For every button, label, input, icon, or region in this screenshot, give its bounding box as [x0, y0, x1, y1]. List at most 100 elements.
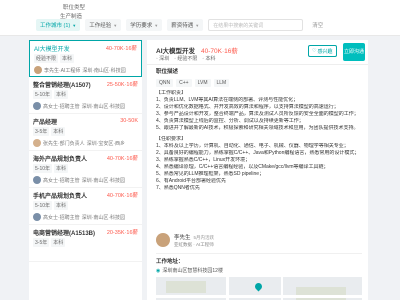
job-detail-title: AI大模型开发 40-70K·16薪	[156, 45, 238, 55]
search-input[interactable]: 在结果中搜索的关键词	[208, 19, 304, 31]
job-description: 职位描述 QNN C++ LVM LLM 【工作职责】 1、负责LLM、LVM等…	[156, 67, 362, 192]
jd-line: 7、熟悉QNN者优先	[156, 185, 200, 192]
address: ◉ 深圳南山区智慧科技园12楼	[156, 267, 223, 275]
category-tab-job-type[interactable]: 职位类型	[63, 3, 85, 11]
interested-button[interactable]: ♡ 感兴趣	[308, 45, 337, 57]
section-title: 职位描述	[156, 69, 179, 75]
job-salary: 30-50K	[120, 118, 138, 124]
recruiter-company: 亚虹数据 · AI工程师	[174, 241, 214, 247]
jd-line: 2、具备良好的编程能力，熟练掌握C/C++、Java和Python编程语言，熟悉…	[156, 149, 360, 156]
job-card[interactable]: AI大模型开发 40-70K·16薪 经验不限 本科 李先生·AI工程师 深圳·南山区…	[29, 40, 142, 77]
top-bar: 职位类型 生产制造 工作城市 (1) ▼ 工作经验 ▼ 学历要求 ▼ 薪资待遇 ▼ 在结…	[0, 0, 400, 36]
jd-line: 1、本科及以上学历，计算机、自动化、通信、电子、机械、仪器、物理学等相关专业；	[156, 142, 349, 149]
job-tag: 5-10年	[33, 90, 53, 99]
chevron-down-icon: ▼	[195, 22, 200, 28]
avatar	[33, 139, 41, 147]
filter-experience-label: 工作经验	[89, 23, 112, 29]
job-recruiter: 张先生·部门负责人	[43, 140, 85, 147]
job-recruiter: 高女士·招聘主管	[43, 103, 80, 110]
map-pin-icon	[253, 281, 264, 292]
job-location: 深圳·南山区·科技园	[81, 103, 126, 110]
jd-line: 【工作职责】	[156, 90, 187, 96]
job-list: AI大模型开发 40-70K·16薪 经验不限 本科 李先生·AI工程师 深圳·南山区…	[29, 40, 142, 300]
job-location: 深圳·南山区·科技园	[81, 177, 126, 184]
job-description-text: 【工作职责】 1、负责LLM、LVM等其AI算法在端侧的部署、评测与性能优化； …	[156, 90, 362, 192]
skill-tag: QNN	[156, 79, 174, 87]
job-tag: 本科	[51, 127, 66, 136]
job-tag: 本科	[54, 164, 69, 173]
filter-city-label: 工作城市 (1)	[40, 23, 71, 29]
job-card[interactable]: 产品经理 30-50K 3-5年 本科 张先生·部门负责人 深圳·宝安区·西乡	[29, 114, 142, 151]
chevron-down-icon: ▼	[72, 22, 77, 28]
jd-line: 3、熟练掌握熟悉C/C++，Linux开发环境；	[156, 156, 251, 163]
job-title: 产品经理	[33, 119, 58, 126]
job-tag: 3-5年	[33, 127, 50, 136]
job-tag: 本科	[54, 201, 69, 210]
job-detail-meta: 深圳 经验不限 本科	[156, 55, 215, 62]
avatar	[156, 233, 170, 247]
job-title: 电商营销经理(A1513B)	[33, 230, 96, 237]
location-pin-icon: ◉	[156, 267, 161, 274]
job-detail-title-text: AI大模型开发	[156, 48, 195, 55]
job-recruiter: 高女士·招聘主管	[43, 177, 80, 184]
recruiter-info: 李先生 5月内活跃 亚虹数据 · AI工程师	[174, 233, 214, 248]
skill-tag: LVM	[194, 79, 211, 87]
filter-experience[interactable]: 工作经验 ▼	[85, 19, 122, 31]
chevron-down-icon: ▼	[113, 22, 118, 28]
map-block	[296, 287, 346, 300]
job-detail-city: 深圳	[156, 55, 169, 62]
filter-salary[interactable]: 薪资待遇 ▼	[167, 19, 204, 31]
jd-line: 5、跟进并了解最新的AI技术，积极探索和研究相关领域技术和应用，为团队提供技术支…	[156, 125, 359, 132]
filter-education[interactable]: 学历要求 ▼	[126, 19, 163, 31]
jd-line: 3、参与产品设计和开发，整合终端产品，算法及测试人员所反馈的安全全面的模型的工作…	[156, 111, 359, 118]
recruiter-card[interactable]: 李先生 5月内活跃 亚虹数据 · AI工程师	[156, 231, 362, 249]
job-salary: 40-70K·16薪	[105, 46, 137, 52]
chat-now-button[interactable]: 立即沟通	[343, 43, 365, 61]
skill-tag: C++	[176, 79, 192, 87]
map-road	[156, 295, 362, 298]
skill-tags: QNN C++ LVM LLM	[156, 79, 362, 87]
job-title: 海外产品规划负责人	[33, 156, 88, 163]
recruiter-active-status: 5月内活跃	[193, 234, 215, 240]
address-title: 工作地址：	[156, 259, 184, 265]
job-title: 手机产品规划负责人	[33, 193, 88, 200]
job-detail-header: AI大模型开发 40-70K·16薪 深圳 经验不限 本科 ♡感兴趣 立即沟通	[147, 40, 368, 65]
job-card[interactable]: 手机产品规划负责人 40-70K·16薪 5-10年 本科 高女士·招聘主管 深圳·南…	[29, 188, 142, 225]
job-card[interactable]: 电商营销经理(A1513B) 20-35K·16薪 3-5年 本科	[29, 225, 142, 262]
jd-line: 【任职要求】	[156, 135, 187, 142]
job-salary: 25-50K·16薪	[106, 82, 138, 88]
map[interactable]	[156, 277, 362, 300]
recruiter-name: 李先生	[174, 234, 191, 241]
jd-line: 5、熟悉常见的LLM推理框架，熟悉SD pipeline；	[156, 171, 265, 178]
job-detail-salary: 40-70K·16薪	[201, 48, 238, 55]
map-block	[166, 281, 206, 293]
avatar	[33, 213, 41, 221]
avatar	[34, 66, 42, 74]
address-text: 深圳南山区智慧科技园12楼	[162, 268, 223, 274]
job-tag: 本科	[54, 90, 69, 99]
filter-city[interactable]: 工作城市 (1) ▼	[36, 19, 81, 31]
clear-filters-button[interactable]: 清空	[312, 21, 323, 29]
jd-line: 4、负责算法模型上线后的监控、分析、调试以及持续更新等工作；	[156, 118, 304, 125]
job-tag: 本科	[51, 238, 66, 247]
jd-line: 1、负责LLM、LVM等其AI算法在端侧的部署、评测与性能优化；	[156, 97, 299, 104]
job-detail-panel: AI大模型开发 40-70K·16薪 深圳 经验不限 本科 ♡感兴趣 立即沟通 职…	[147, 40, 368, 300]
job-location: 深圳·宝安区·西乡	[86, 140, 126, 147]
job-location: 深圳·南山区·科技园	[81, 214, 126, 221]
job-tag: 3-5年	[33, 238, 50, 247]
jd-line: 6、有Android平台部署经验优先	[156, 178, 227, 185]
job-tag: 经验不限	[34, 54, 59, 63]
map-road	[281, 277, 283, 300]
job-salary: 20-35K·16薪	[106, 230, 138, 236]
job-tag: 5-10年	[33, 164, 53, 173]
job-location: 深圳·南山区·科技园	[82, 67, 126, 74]
divider	[156, 253, 362, 254]
job-salary: 40-70K·16薪	[106, 193, 138, 199]
job-card[interactable]: 海外产品规划负责人 40-70K·16薪 5-10年 本科 高女士·招聘主管 深圳·南…	[29, 151, 142, 188]
job-tag: 本科	[60, 54, 75, 63]
filter-salary-label: 薪资待遇	[171, 23, 194, 29]
jd-line: 4、熟悉编译原理，C/C++语言编程经验，以及CMake/gcc/llvm等编译…	[156, 163, 329, 170]
skill-tag: LLM	[213, 79, 230, 87]
job-card[interactable]: 整合营销经理(A1507) 25-50K·16薪 5-10年 本科 高女士·招聘主管…	[29, 77, 142, 114]
avatar	[33, 102, 41, 110]
